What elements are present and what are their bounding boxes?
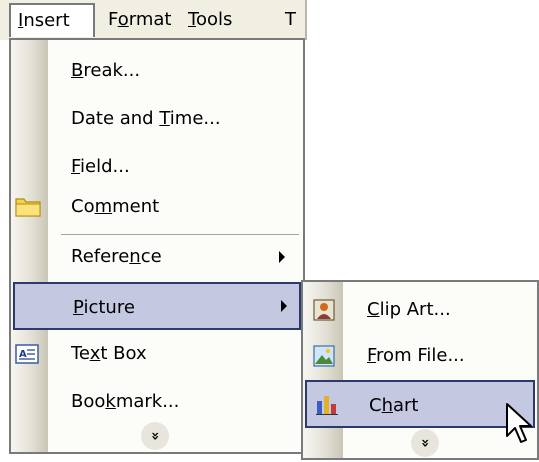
menu-format[interactable]: Format [103, 3, 176, 37]
submenu-arrow-icon [281, 300, 287, 312]
menu-item-reference-label: Reference [71, 233, 162, 281]
label-text: Refere [71, 246, 130, 267]
menu-insert-label: nsert [23, 10, 70, 31]
submenu-item-chart[interactable]: Chart [305, 380, 535, 428]
picture-submenu: Clip Art... From File... Chart » [301, 280, 539, 460]
label-text: lip Art... [379, 299, 451, 320]
accel-key: T [159, 108, 170, 129]
menu-item-comment-label: Comment [71, 183, 159, 231]
label-text: t Box [100, 343, 147, 364]
from-file-icon [313, 345, 335, 367]
accel-key: P [73, 297, 84, 318]
chart-icon [316, 396, 338, 415]
accel-key: m [94, 196, 113, 217]
menu-tools-accel: T [188, 9, 196, 30]
text-box-icon: A [15, 344, 39, 364]
submenu-item-chart-label: Chart [369, 382, 419, 430]
menu-item-reference[interactable]: Reference [11, 233, 303, 281]
accel-key: n [129, 246, 141, 267]
label-text: Date and [71, 108, 160, 129]
expand-chevron-icon[interactable]: » [141, 422, 169, 450]
menu-item-text-box[interactable]: A Text Box [11, 330, 303, 378]
accel-key: k [105, 391, 116, 412]
label-text: ield... [80, 156, 130, 177]
menu-format-pre: F [108, 9, 118, 30]
menu-tools[interactable]: Tools [183, 3, 237, 37]
label-text: art [393, 395, 419, 416]
menu-item-date-and-time-label: Date and Time... [71, 95, 221, 143]
menu-item-text-box-label: Text Box [71, 330, 147, 378]
label-text: reak... [83, 60, 141, 81]
expand-chevron-icon[interactable]: » [411, 429, 439, 457]
label-text: icture [83, 297, 135, 318]
label-text: rom File... [376, 345, 465, 366]
menu-item-bookmark-label: Bookmark... [71, 378, 179, 426]
menu-format-accel: o [117, 9, 129, 30]
menu-item-comment[interactable]: Comment [11, 183, 303, 231]
submenu-item-from-file[interactable]: From File... [303, 332, 537, 380]
label-text: C [369, 395, 382, 416]
accel-key: B [71, 60, 84, 81]
menu-bar: Insert Format Tools T [0, 0, 307, 40]
clip-art-icon [313, 299, 335, 321]
comment-icon [15, 198, 41, 217]
accel-key: h [381, 395, 393, 416]
accel-key: F [71, 156, 81, 177]
menu-format-label: rmat [128, 9, 172, 30]
insert-menu: Break... Date and Time... Field... Comme… [9, 38, 305, 454]
menu-item-break[interactable]: Break... [11, 47, 303, 95]
svg-text:A: A [19, 349, 27, 360]
menu-tools-label: ools [195, 9, 233, 30]
menu-item-picture[interactable]: Picture [13, 282, 301, 330]
accel-key: C [367, 299, 380, 320]
menu-item-picture-label: Picture [73, 284, 135, 332]
submenu-arrow-icon [279, 251, 285, 263]
menu-table-partial[interactable]: T [285, 3, 296, 37]
label-text: Te [71, 343, 90, 364]
label-text: ce [140, 246, 162, 267]
label-text: mark... [115, 391, 180, 412]
menu-item-bookmark[interactable]: Bookmark... [11, 378, 303, 426]
menu-insert[interactable]: Insert [9, 3, 95, 37]
menu-table-partial-label: T [285, 9, 296, 30]
submenu-item-from-file-label: From File... [367, 332, 465, 380]
label-text: Co [71, 196, 95, 217]
mouse-pointer-icon [506, 403, 532, 443]
submenu-item-clip-art[interactable]: Clip Art... [303, 286, 537, 334]
label-text: ment [112, 196, 160, 217]
menu-item-date-and-time[interactable]: Date and Time... [11, 95, 303, 143]
submenu-item-clip-art-label: Clip Art... [367, 286, 451, 334]
menu-item-break-label: Break... [71, 47, 140, 95]
accel-key: x [89, 343, 101, 364]
label-text: ime... [169, 108, 221, 129]
accel-key: F [367, 345, 377, 366]
label-text: Boo [71, 391, 106, 412]
